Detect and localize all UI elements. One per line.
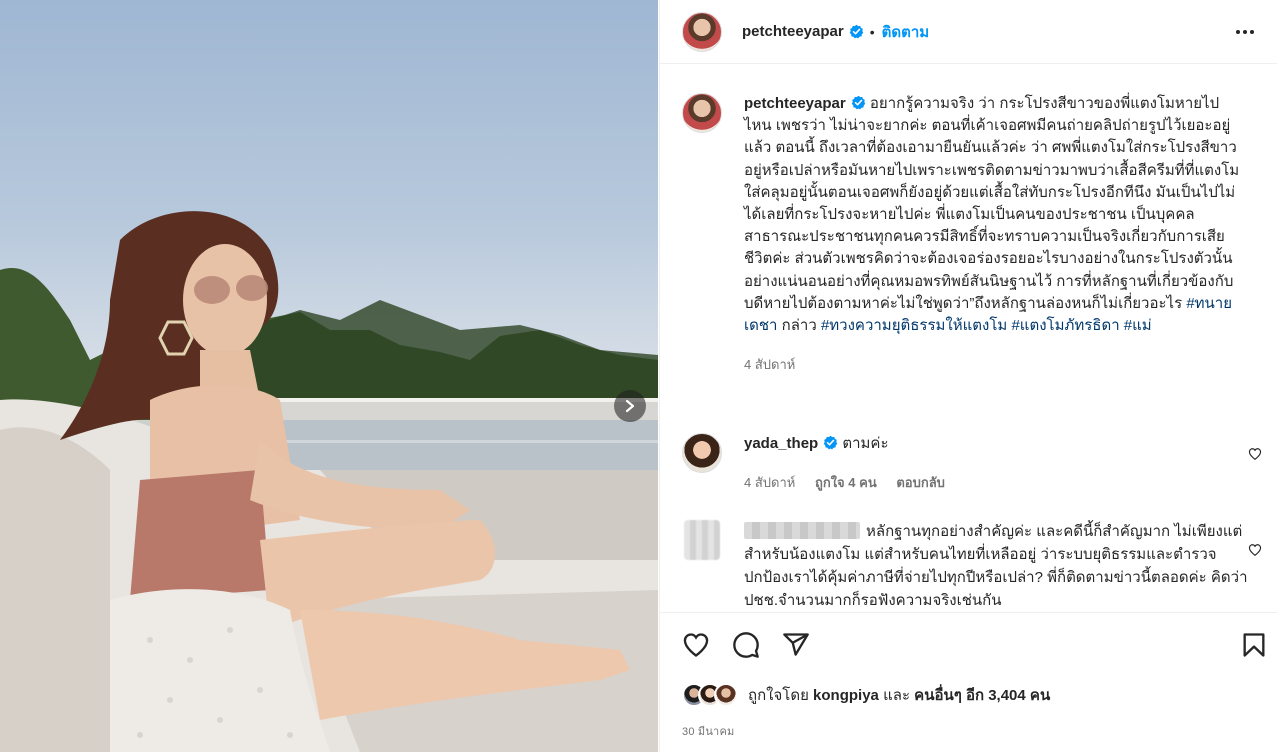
comment-body: yada_thep ตามค่ะ 4 สัปดาห์ ถูกใจ 4 คน ตอ… — [744, 433, 1272, 494]
likes-and: และ — [883, 687, 910, 704]
liker-avatar — [714, 683, 738, 707]
comment-item: yada_thep ตามค่ะ 4 สัปดาห์ ถูกใจ 4 คน ตอ… — [682, 433, 1272, 494]
commenter-avatar[interactable] — [682, 433, 722, 473]
bookmark-icon[interactable] — [1240, 631, 1268, 659]
heart-icon[interactable] — [682, 631, 710, 659]
more-options-button[interactable] — [1233, 20, 1257, 44]
comment-text: ตามค่ะ — [842, 435, 889, 452]
comment-likes[interactable]: ถูกใจ 4 คน — [815, 475, 877, 490]
verified-badge-icon — [823, 435, 838, 450]
post-header: petchteeyapar • ติดตาม — [660, 0, 1277, 64]
next-arrow-icon — [625, 399, 635, 413]
post-caption: petchteeyapar อยากรู้ความจริง ว่า กระโปร… — [682, 93, 1242, 376]
comment-username[interactable]: yada_thep — [744, 435, 818, 452]
caption-body: petchteeyapar อยากรู้ความจริง ว่า กระโปร… — [744, 93, 1242, 376]
likes-summary[interactable]: ถูกใจโดย kongpiya และ คนอื่นๆ อีก 3,404 … — [682, 683, 1050, 707]
comment-item: หลักฐานทุกอย่างสำคัญค่ะ และคดีนี้ก็สำคัญ… — [682, 520, 1272, 610]
hashtag-link[interactable]: #แตงโมภัทรธิดา — [1011, 317, 1119, 334]
post-date[interactable]: 30 มีนาคม — [682, 722, 734, 740]
photo-illustration — [0, 211, 658, 752]
next-photo-button[interactable] — [614, 390, 646, 422]
likes-text: ถูกใจโดย kongpiya และ คนอื่นๆ อีก 3,404 … — [748, 683, 1050, 707]
caption-avatar[interactable] — [682, 93, 722, 133]
post-actions — [660, 612, 1277, 668]
verified-badge-icon — [849, 24, 863, 39]
hashtag-link[interactable]: #ทวงความยุติธรรมให้แตงโม — [821, 317, 1007, 334]
caption-meta: 4 สัปดาห์ — [744, 354, 1242, 376]
hashtag-link[interactable]: #แม่ — [1124, 317, 1152, 334]
likes-others-count[interactable]: คนอื่นๆ อีก 3,404 คน — [914, 687, 1050, 704]
author-username[interactable]: petchteeyapar — [742, 23, 844, 40]
reply-button[interactable]: ตอบกลับ — [896, 475, 945, 490]
comment-icon[interactable] — [732, 631, 760, 659]
caption-text: อยากรู้ความจริง ว่า กระโปรงสีขาวของพี่แต… — [744, 95, 1240, 312]
more-options-icon — [1236, 29, 1254, 34]
caption-time[interactable]: 4 สัปดาห์ — [744, 357, 795, 372]
verified-badge-icon — [851, 95, 865, 110]
share-icon[interactable] — [782, 631, 810, 659]
caption-username[interactable]: petchteeyapar — [744, 95, 846, 112]
post-detail-panel: petchteeyapar • ติดตาม petchteeyapar อยา… — [659, 0, 1277, 752]
likes-prefix: ถูกใจโดย — [748, 687, 809, 704]
post-photo[interactable] — [0, 0, 658, 752]
liker-username[interactable]: kongpiya — [813, 687, 879, 704]
comment-heart-icon[interactable] — [1248, 447, 1262, 461]
caption-text-mid: กล่าว — [777, 317, 821, 335]
author-avatar[interactable] — [682, 11, 722, 52]
header-separator: • — [869, 23, 875, 40]
comments-list[interactable]: petchteeyapar อยากรู้ความจริง ว่า กระโปร… — [660, 65, 1277, 610]
comment-meta: 4 สัปดาห์ ถูกใจ 4 คน ตอบกลับ — [744, 472, 1272, 494]
comment-time[interactable]: 4 สัปดาห์ — [744, 475, 795, 490]
commenter-avatar-blurred[interactable] — [684, 520, 720, 560]
comment-heart-icon[interactable] — [1248, 543, 1262, 557]
commenter-username-blurred[interactable] — [744, 522, 860, 539]
follow-button[interactable]: ติดตาม — [882, 20, 930, 44]
comment-body: หลักฐานทุกอย่างสำคัญค่ะ และคดีนี้ก็สำคัญ… — [744, 520, 1254, 610]
